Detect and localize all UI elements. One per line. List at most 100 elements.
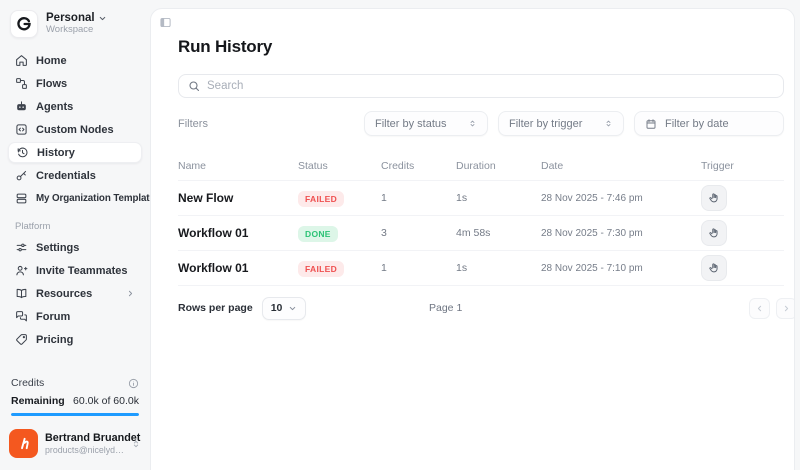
sidebar-item-history[interactable]: History [8,142,142,163]
page-title: Run History [178,37,273,56]
column-header-date: Date [541,160,564,172]
sidebar-item-custom-nodes[interactable]: Custom Nodes [8,119,142,140]
chevron-left-icon [757,305,762,311]
sidebar-item-label: Invite Teammates [36,264,128,277]
custom-nodes-icon [16,124,27,135]
sidebar-item-credentials[interactable]: Credentials [8,165,142,186]
user-plus-icon [16,265,28,276]
tag-icon [16,334,27,345]
sidebar-item-resources[interactable]: Resources [8,283,142,304]
sidebar-item-my-organization-templates[interactable]: My Organization Templates [8,188,160,209]
sidebar-item-label: Resources [36,287,93,300]
page-indicator: Page 1 [429,302,463,314]
credits-remaining-value: 60.0k of 60.0k [73,395,139,407]
sidebar-item-label: Home [36,54,67,67]
user-name: Bertrand Bruandet [45,431,141,444]
column-header-credits: Credits [381,160,415,172]
table-row[interactable]: Workflow 01 DONE 3 4m 58s 28 Nov 2025 - … [178,216,784,251]
run-name: New Flow [178,191,234,205]
run-credits: 1 [381,192,387,204]
trigger-button[interactable] [701,255,727,281]
rows-per-page-select[interactable]: 10 [261,296,307,320]
column-header-name: Name [178,160,207,172]
chevron-down-icon [99,16,105,21]
run-date: 28 Nov 2025 - 7:46 pm [541,192,643,204]
platform-nav: Settings Invite Teammates Resources Foru… [8,237,142,350]
pagination-bar: Rows per page 10 Page 1 [178,295,794,321]
flows-icon [16,78,27,89]
key-icon [16,170,27,181]
sidebar-item-label: Settings [36,241,80,254]
column-header-status: Status [298,160,328,172]
filter-by-date-button[interactable]: Filter by date [634,111,784,136]
sidebar-item-agents[interactable]: Agents [8,96,142,117]
book-icon [16,288,27,299]
primary-nav: Home Flows Agents Custom Nodes History C… [8,50,160,209]
run-history-table: Name Status Credits Duration Date Trigge… [178,152,784,286]
user-email: products@nicelydone.club [45,444,124,455]
sidebar-item-label: Flows [36,77,68,90]
avatar [9,429,38,458]
credits-remaining-label: Remaining [11,395,65,407]
filter-by-trigger-select[interactable]: Filter by trigger [498,111,624,136]
previous-page-button[interactable] [749,297,770,319]
sidebar-item-label: History [37,146,75,159]
sidebar: Personal Workspace Home Flows Agents Cus… [0,0,160,470]
chat-icon [16,311,27,322]
sidebar-item-pricing[interactable]: Pricing [8,329,142,350]
trigger-button[interactable] [701,220,727,246]
hand-pointer-icon [709,193,718,203]
sidebar-item-label: Forum [36,310,71,323]
sidebar-item-settings[interactable]: Settings [8,237,142,258]
user-menu[interactable]: Bertrand Bruandet products@nicelydone.cl… [8,429,142,458]
run-date: 28 Nov 2025 - 7:10 pm [541,262,643,274]
run-duration: 4m 58s [456,227,491,239]
info-icon[interactable] [128,378,139,389]
search-icon [189,81,200,92]
status-badge: FAILED [298,261,345,277]
sidebar-item-label: Credentials [36,169,96,182]
chevrons-up-down-icon [470,120,475,127]
search-bar [178,74,784,98]
sidebar-item-invite-teammates[interactable]: Invite Teammates [8,260,142,281]
next-page-button[interactable] [776,297,794,319]
status-badge: FAILED [298,191,345,207]
table-header-row: Name Status Credits Duration Date Trigge… [178,152,784,181]
sidebar-item-home[interactable]: Home [8,50,142,71]
chevrons-up-down-icon [133,440,139,447]
sidebar-toggle-icon[interactable] [159,16,172,29]
table-row[interactable]: Workflow 01 FAILED 1 1s 28 Nov 2025 - 7:… [178,251,784,286]
run-duration: 1s [456,262,468,274]
sidebar-item-flows[interactable]: Flows [8,73,142,94]
rows-per-page-label: Rows per page [178,302,253,314]
trigger-button[interactable] [701,185,727,211]
chevron-right-icon [784,305,789,311]
sidebar-item-label: Pricing [36,333,74,346]
run-name: Workflow 01 [178,226,249,240]
main-panel: Run History Filters Filter by status Fil… [150,8,795,470]
workspace-subtitle: Workspace [46,24,94,36]
sidebar-item-forum[interactable]: Forum [8,306,142,327]
sidebar-item-label: Agents [36,100,74,113]
run-duration: 1s [456,192,468,204]
search-input[interactable] [207,80,774,92]
filters-row: Filters Filter by status Filter by trigg… [178,111,784,136]
hand-pointer-icon [709,228,718,238]
chevron-down-icon [290,306,296,310]
filter-by-status-select[interactable]: Filter by status [364,111,488,136]
filters-label: Filters [178,117,208,130]
workspace-switcher[interactable]: Personal Workspace [8,10,142,38]
status-badge: DONE [298,226,338,242]
run-date: 28 Nov 2025 - 7:30 pm [541,227,643,239]
hand-pointer-icon [709,263,718,273]
column-header-duration: Duration [456,160,496,172]
credits-progress-track [11,413,139,416]
table-row[interactable]: New Flow FAILED 1 1s 28 Nov 2025 - 7:46 … [178,181,784,216]
run-credits: 1 [381,262,387,274]
platform-section-label: Platform [15,221,51,232]
credits-progress-bar [11,413,139,416]
calendar-icon [646,118,656,129]
sidebar-item-label: My Organization Templates [36,193,161,204]
run-credits: 3 [381,227,387,239]
run-name: Workflow 01 [178,261,249,275]
